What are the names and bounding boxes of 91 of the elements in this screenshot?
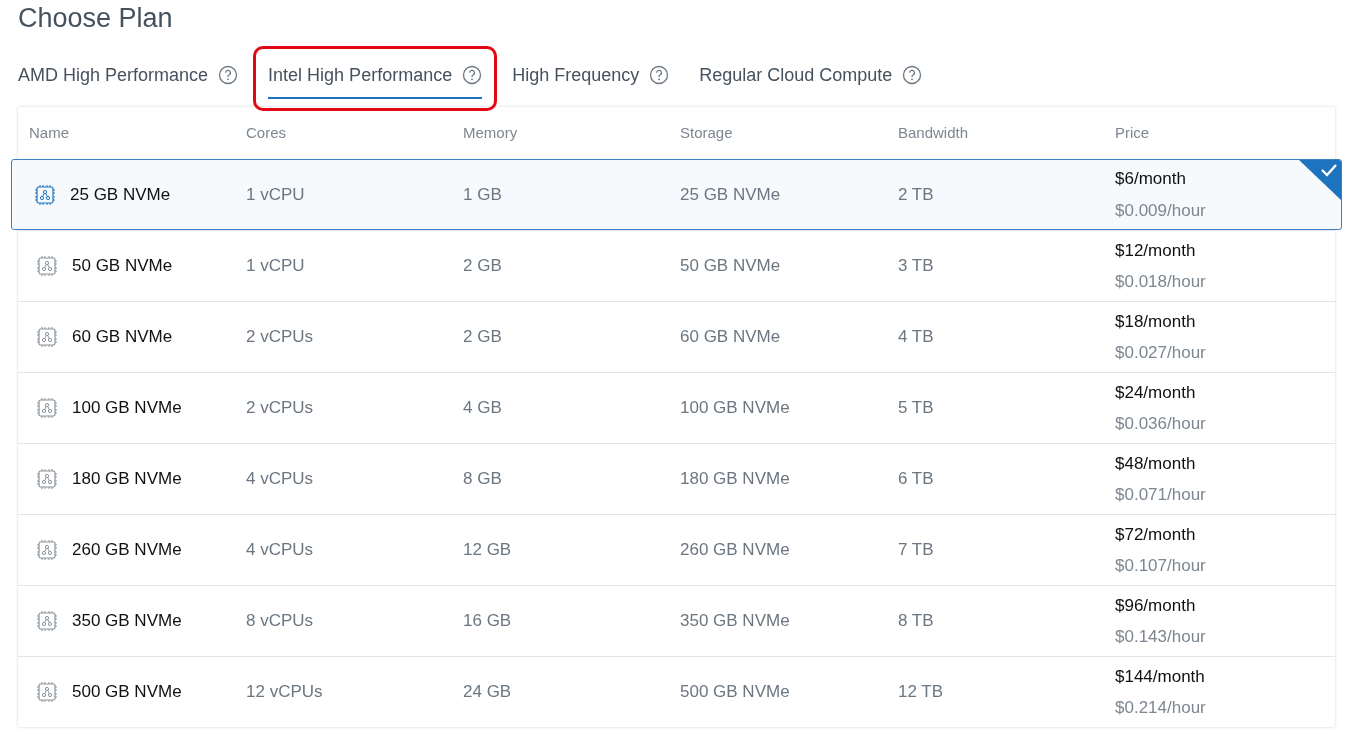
chip-icon [36, 397, 58, 419]
monthly-price: $144/month [1115, 665, 1205, 688]
table-cell-text: 4 vCPUs [246, 539, 315, 562]
table-cell-text: 7 TB [898, 539, 935, 562]
plan-name: 50 GB NVMe [72, 255, 173, 278]
table-cell-text: 350 GB NVMe [680, 610, 791, 633]
column-header: Price [1115, 122, 1151, 143]
monthly-price: $6/month [1115, 168, 1186, 190]
hourly-price: $0.214/hour [1115, 697, 1206, 719]
table-cell-text: 8 GB [463, 468, 503, 491]
chip-icon [34, 183, 56, 206]
tab-label: Regular Cloud Compute [699, 63, 893, 87]
table-cell-text: 2 vCPUs [246, 326, 315, 349]
plan-name: 100 GB NVMe [72, 397, 182, 420]
table-cell-text: 180 GB NVMe [680, 468, 791, 491]
table-cell-text: 1 GB [463, 183, 503, 206]
plan-row[interactable]: 180 GB NVMe 4 vCPUs 8 GB 180 GB NVMe 6 TB $48/month $0.071/hour [18, 443, 1335, 514]
monthly-price: $12/month [1115, 239, 1196, 262]
column-header: Name [29, 122, 70, 143]
table-cell-text: 6 TB [898, 468, 935, 491]
column-header: Cores [246, 122, 287, 143]
monthly-price: $72/month [1115, 523, 1196, 546]
plan-tab[interactable]: AMD High Performance [18, 57, 239, 99]
table-cell-text: 4 vCPUs [246, 468, 315, 491]
tab-label: High Frequency [512, 63, 640, 87]
column-header: Memory [463, 122, 519, 143]
monthly-price: $48/month [1115, 452, 1196, 475]
plan-name: 260 GB NVMe [72, 539, 182, 562]
plan-tab[interactable]: High Frequency [512, 57, 670, 99]
plan-row[interactable]: 50 GB NVMe 1 vCPU 2 GB 50 GB NVMe 3 TB $12/month $0.018/hour [18, 230, 1335, 301]
tab-label: AMD High Performance [18, 63, 209, 87]
table-cell-text: 50 GB NVMe [680, 255, 782, 278]
column-header: Storage [680, 122, 734, 143]
hourly-price: $0.143/hour [1115, 626, 1206, 648]
table-cell-text: 12 vCPUs [246, 681, 324, 704]
page-title: Choose Plan [18, 2, 173, 35]
hourly-price: $0.071/hour [1115, 484, 1206, 506]
table-cell-text: 2 vCPUs [246, 397, 315, 420]
table-cell-text: 4 TB [898, 326, 935, 349]
plan-row[interactable]: 25 GB NVMe 1 vCPU 1 GB 25 GB NVMe 2 TB $6/month $0.009/hour [11, 159, 1342, 230]
plan-name: 350 GB NVMe [72, 610, 182, 633]
column-header: Bandwidth [898, 122, 970, 143]
help-icon[interactable] [218, 65, 239, 85]
chip-icon [36, 681, 58, 703]
table-cell-text: 260 GB NVMe [680, 539, 791, 562]
help-icon[interactable] [649, 65, 670, 85]
chip-icon [36, 539, 58, 561]
hourly-price: $0.036/hour [1115, 413, 1206, 435]
monthly-price: $24/month [1115, 381, 1196, 404]
chip-icon [36, 610, 58, 632]
plan-name: 180 GB NVMe [72, 468, 182, 491]
table-cell-text: 3 TB [898, 255, 935, 278]
plan-row[interactable]: 100 GB NVMe 2 vCPUs 4 GB 100 GB NVMe 5 TB $24/month $0.036/hour [18, 372, 1335, 443]
table-cell-text: 4 GB [463, 397, 503, 420]
table-cell-text: 16 GB [463, 610, 513, 633]
help-icon[interactable] [462, 65, 483, 85]
table-cell-text: 8 TB [898, 610, 935, 633]
tab-label: Intel High Performance [268, 63, 453, 87]
plan-row[interactable]: 260 GB NVMe 4 vCPUs 12 GB 260 GB NVMe 7 TB $72/month $0.107/hour [18, 514, 1335, 585]
plan-row[interactable]: 60 GB NVMe 2 vCPUs 2 GB 60 GB NVMe 4 TB $18/month $0.027/hour [18, 301, 1335, 372]
chip-icon [36, 326, 58, 348]
table-cell-text: 1 vCPU [246, 255, 306, 278]
plan-tab[interactable]: Regular Cloud Compute [699, 57, 923, 99]
monthly-price: $18/month [1115, 310, 1196, 333]
table-cell-text: 25 GB NVMe [680, 183, 782, 206]
plan-row[interactable]: 500 GB NVMe 12 vCPUs 24 GB 500 GB NVMe 12 TB $144/month $0.214/hour [18, 656, 1335, 727]
monthly-price: $96/month [1115, 594, 1196, 617]
hourly-price: $0.027/hour [1115, 342, 1206, 364]
hourly-price: $0.009/hour [1115, 199, 1206, 222]
hourly-price: $0.107/hour [1115, 555, 1206, 577]
table-cell-text: 500 GB NVMe [680, 681, 791, 704]
table-cell-text: 2 GB [463, 326, 503, 349]
table-cell-text: 24 GB [463, 681, 513, 704]
table-cell-text: 60 GB NVMe [680, 326, 782, 349]
plan-tab[interactable]: Intel High Performance [268, 57, 483, 99]
table-cell-text: 8 vCPUs [246, 610, 315, 633]
table-cell-text: 2 GB [463, 255, 503, 278]
table-cell-text: 12 TB [898, 681, 945, 704]
table-cell-text: 12 GB [463, 539, 513, 562]
table-cell-text: 5 TB [898, 397, 935, 420]
plan-name: 60 GB NVMe [72, 326, 173, 349]
hourly-price: $0.018/hour [1115, 271, 1206, 293]
plan-name: 25 GB NVMe [70, 183, 171, 206]
table-cell-text: 1 vCPU [246, 183, 306, 206]
chip-icon [36, 255, 58, 277]
table-cell-text: 2 TB [898, 183, 935, 206]
plan-row[interactable]: 350 GB NVMe 8 vCPUs 16 GB 350 GB NVMe 8 TB $96/month $0.143/hour [18, 585, 1335, 656]
plan-name: 500 GB NVMe [72, 681, 182, 704]
table-cell-text: 100 GB NVMe [680, 397, 791, 420]
chip-icon [36, 468, 58, 490]
help-icon[interactable] [902, 65, 923, 85]
